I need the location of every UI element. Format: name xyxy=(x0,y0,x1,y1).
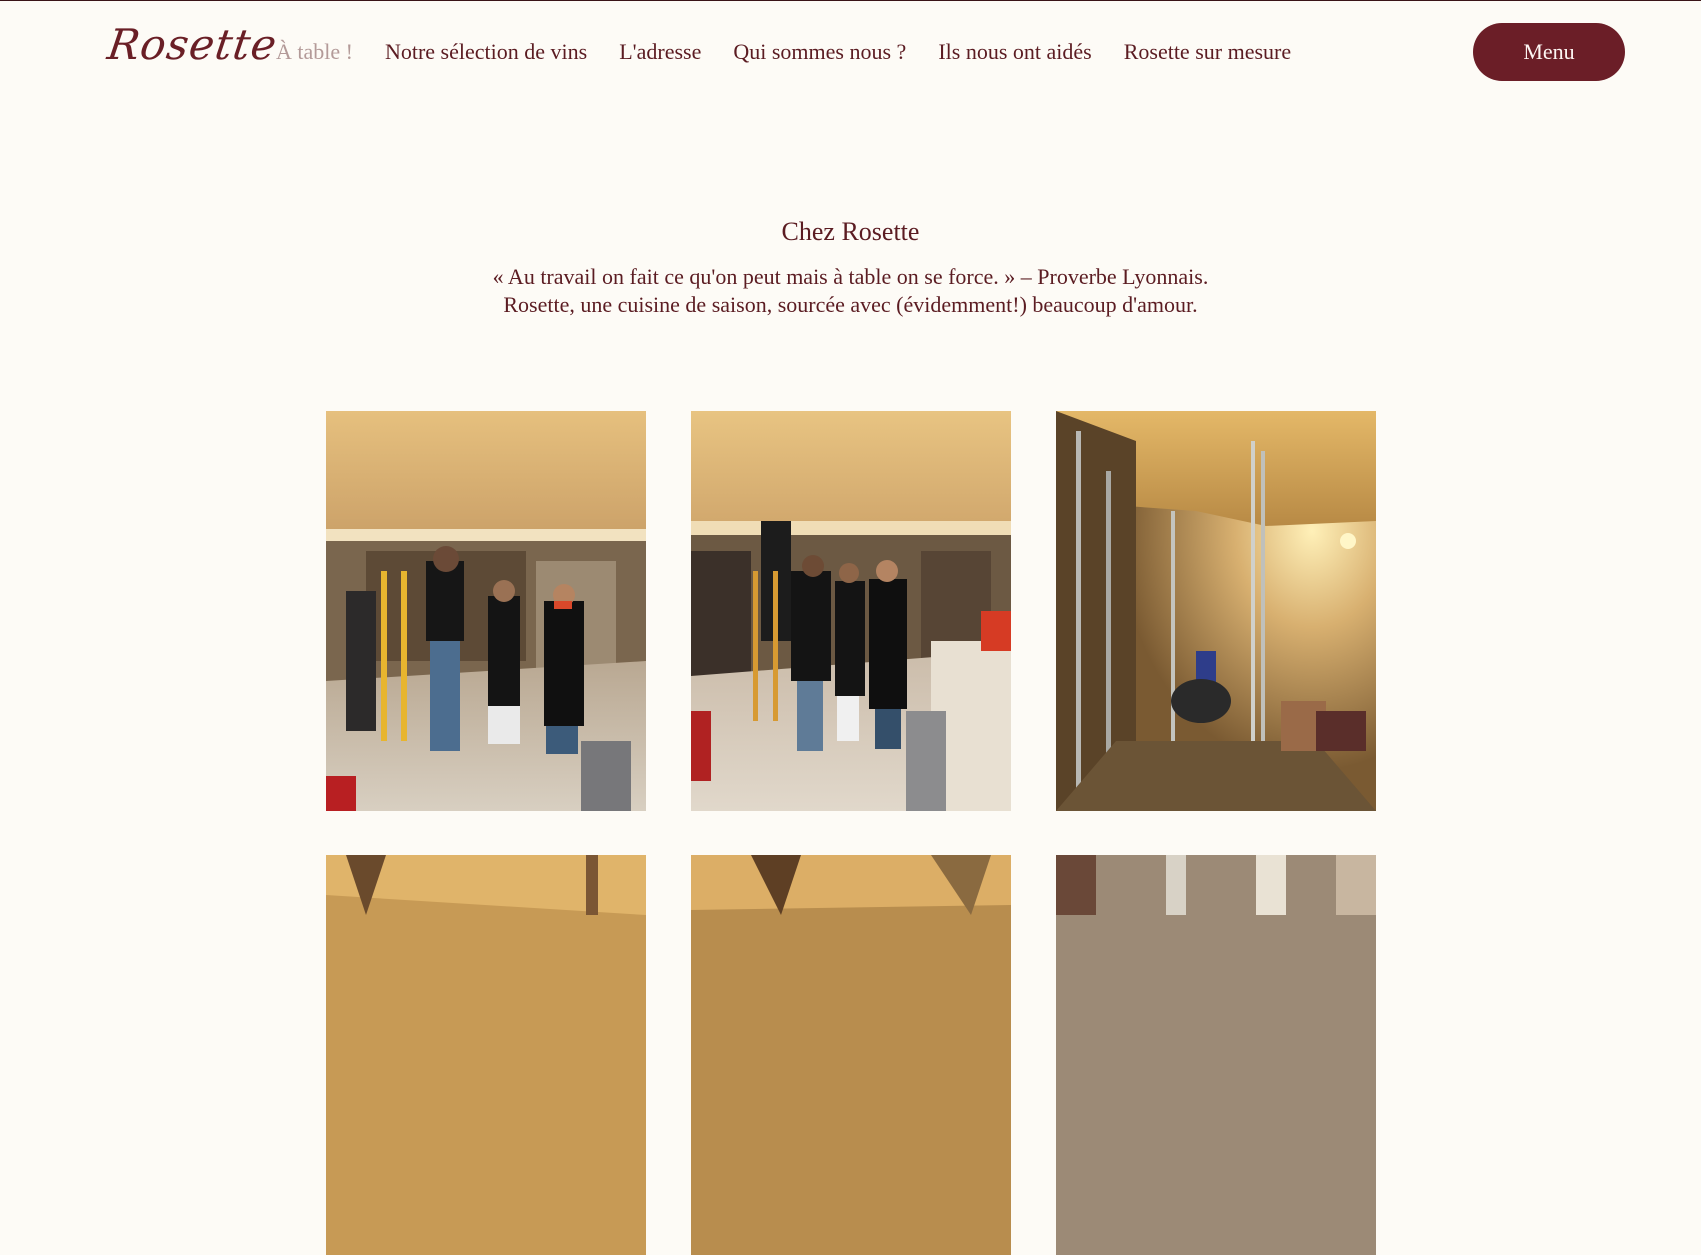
renovation-photo-image xyxy=(1056,411,1376,811)
renovation-photo-image xyxy=(326,855,646,1255)
nav-item-a-table[interactable]: À table ! xyxy=(276,37,353,67)
gallery-photo[interactable] xyxy=(326,411,646,811)
renovation-photo-image xyxy=(691,411,1011,811)
intro-tagline: Rosette, une cuisine de saison, sourcée … xyxy=(503,292,1198,317)
intro-section: Chez Rosette « Au travail on fait ce qu'… xyxy=(0,215,1701,319)
gallery-photo[interactable] xyxy=(691,411,1011,811)
site-header: Rosette À table ! Notre sélection de vin… xyxy=(0,1,1701,101)
renovation-photo-image xyxy=(691,855,1011,1255)
intro-text: « Au travail on fait ce qu'on peut mais … xyxy=(0,263,1701,319)
nav-item-custom[interactable]: Rosette sur mesure xyxy=(1124,37,1291,67)
gallery-photo[interactable] xyxy=(1056,855,1376,1255)
renovation-photo-image xyxy=(326,411,646,811)
gallery-photo[interactable] xyxy=(691,855,1011,1255)
menu-button[interactable]: Menu xyxy=(1473,23,1625,81)
renovation-photo-image xyxy=(1056,855,1376,1255)
page-title: Chez Rosette xyxy=(781,217,920,246)
gallery-photo[interactable] xyxy=(326,855,646,1255)
nav-item-address[interactable]: L'adresse xyxy=(619,37,701,67)
main-nav: À table ! Notre sélection de vins L'adre… xyxy=(276,37,1323,67)
intro-quote: « Au travail on fait ce qu'on peut mais … xyxy=(492,264,1209,289)
nav-item-partners[interactable]: Ils nous ont aidés xyxy=(938,37,1091,67)
nav-item-wine-selection[interactable]: Notre sélection de vins xyxy=(385,37,587,67)
site-logo[interactable]: Rosette xyxy=(104,15,281,75)
nav-item-about[interactable]: Qui sommes nous ? xyxy=(733,37,906,67)
gallery-photo[interactable] xyxy=(1056,411,1376,811)
